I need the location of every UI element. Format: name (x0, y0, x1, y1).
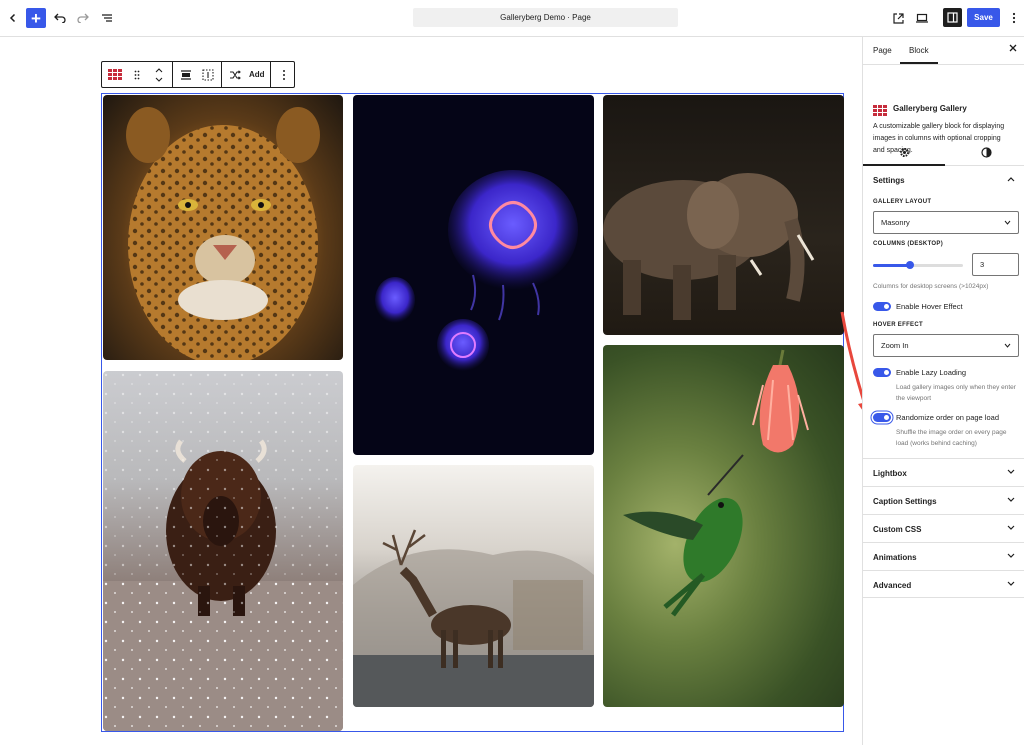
hover-effect-toggle[interactable] (873, 302, 891, 311)
panel-custom-css-title: Custom CSS (873, 525, 922, 534)
chevron-down-icon (1007, 552, 1015, 561)
drag-handle-icon[interactable] (129, 67, 145, 83)
settings-tab[interactable] (896, 144, 912, 160)
settings-panel-title[interactable]: Settings (873, 176, 905, 185)
panel-advanced[interactable]: Advanced (863, 570, 1024, 598)
panel-lightbox-title: Lightbox (873, 469, 907, 478)
icon-tab-active-indicator (863, 164, 945, 166)
kebab-menu-icon (1012, 12, 1016, 24)
chevron-up-icon[interactable] (1007, 175, 1015, 184)
close-sidebar-button[interactable] (1009, 44, 1017, 55)
redo-icon (77, 13, 89, 23)
columns-slider-track[interactable] (873, 261, 963, 269)
list-view-button[interactable] (97, 8, 117, 28)
block-options-icon[interactable] (276, 67, 292, 83)
add-images-button[interactable]: Add (249, 70, 265, 79)
chevron-down-icon (1007, 496, 1015, 505)
gallery-layout-select[interactable]: Masonry (873, 211, 1019, 234)
gallery-layout-value: Masonry (881, 218, 910, 227)
gallery-image-jellyfish[interactable] (353, 95, 594, 455)
tab-block[interactable]: Block (909, 46, 929, 55)
lazy-loading-toggle-label: Enable Lazy Loading (896, 368, 967, 377)
gallery-block-icon[interactable] (107, 67, 123, 83)
gallery-image-hummingbird[interactable] (603, 345, 844, 707)
options-menu-button[interactable] (1004, 8, 1024, 28)
external-link-icon (892, 12, 904, 24)
gallery-image-bison[interactable] (103, 371, 343, 731)
columns-number-input[interactable]: 3 (972, 253, 1019, 276)
panel-lightbox[interactable]: Lightbox (863, 458, 1024, 486)
columns-slider-fill (873, 264, 909, 267)
contrast-icon (980, 146, 992, 158)
block-toolbar-group-add: Add (222, 62, 271, 87)
settings-sidebar-toggle[interactable] (943, 8, 962, 27)
sidebar-toggle-icon (947, 12, 958, 23)
styles-tab[interactable] (978, 144, 994, 160)
chevron-down-icon (1007, 468, 1015, 477)
panel-custom-css[interactable]: Custom CSS (863, 514, 1024, 542)
editor-header: + Galleryberg Demo · Page Save (0, 0, 1024, 37)
save-button[interactable]: Save (967, 8, 1000, 27)
block-inspector-tabs (863, 138, 1024, 166)
block-toolbar-group-parent (102, 62, 173, 87)
chevron-down-icon (1007, 524, 1015, 533)
redo-button[interactable] (73, 8, 93, 28)
panel-animations-title: Animations (873, 553, 917, 562)
undo-button[interactable] (50, 8, 70, 28)
spacing-icon[interactable] (200, 67, 216, 83)
gear-icon (899, 147, 909, 157)
lazy-loading-help-text: Load gallery images only when they enter… (896, 384, 1016, 402)
block-inserter-button[interactable]: + (26, 8, 46, 28)
move-up-down-icon[interactable] (151, 67, 167, 83)
lazy-loading-toggle[interactable] (873, 368, 891, 377)
panel-caption-settings[interactable]: Caption Settings (863, 486, 1024, 514)
view-page-button[interactable] (888, 8, 908, 28)
tab-active-indicator (900, 62, 938, 64)
panel-advanced-title: Advanced (873, 581, 912, 590)
undo-icon (54, 13, 66, 23)
columns-slider-thumb[interactable] (906, 261, 914, 269)
panel-animations[interactable]: Animations (863, 542, 1024, 570)
close-icon (1009, 44, 1017, 52)
chevron-left-icon (9, 13, 16, 23)
block-toolbar-group-more (271, 62, 297, 87)
randomize-order-toggle-label: Randomize order on page load (896, 413, 999, 422)
align-wide-icon[interactable] (178, 67, 194, 83)
gallery-block-icon (873, 103, 887, 121)
block-title: Galleryberg Gallery (893, 104, 967, 113)
columns-help-text: Columns for desktop screens (>1024px) (873, 283, 989, 290)
block-toolbar: Add (101, 61, 295, 88)
randomize-order-toggle[interactable] (873, 413, 891, 422)
plus-icon: + (31, 8, 41, 28)
gallery-layout-label: GALLERY LAYOUT (873, 199, 932, 205)
settings-sidebar: Page Block Galleryberg Gallery A customi… (862, 37, 1024, 745)
hover-effect-toggle-label: Enable Hover Effect (896, 302, 963, 311)
chevron-down-icon (1004, 220, 1011, 225)
block-toolbar-group-align (173, 62, 222, 87)
document-title[interactable]: Galleryberg Demo · Page (413, 8, 678, 27)
gallery-block[interactable] (101, 93, 844, 732)
tab-page[interactable]: Page (873, 46, 892, 55)
back-button[interactable] (3, 8, 23, 28)
columns-label: COLUMNS (DESKTOP) (873, 241, 943, 247)
panel-caption-settings-title: Caption Settings (873, 497, 937, 506)
shuffle-icon[interactable] (227, 67, 243, 83)
gallery-image-stag[interactable] (353, 465, 594, 707)
hover-effect-label: HOVER EFFECT (873, 322, 923, 328)
sidebar-tabs: Page Block (863, 37, 1024, 65)
hover-effect-select[interactable]: Zoom In (873, 334, 1019, 357)
preview-button[interactable] (912, 8, 932, 28)
list-view-icon (102, 14, 112, 22)
chevron-down-icon (1007, 580, 1015, 589)
chevron-down-icon (1004, 343, 1011, 348)
randomize-order-help-text: Shuffle the image order on every page lo… (896, 429, 1007, 447)
gallery-image-elephants[interactable] (603, 95, 844, 335)
desktop-preview-icon (916, 13, 928, 23)
hover-effect-value: Zoom In (881, 341, 909, 350)
gallery-image-leopard[interactable] (103, 95, 343, 360)
